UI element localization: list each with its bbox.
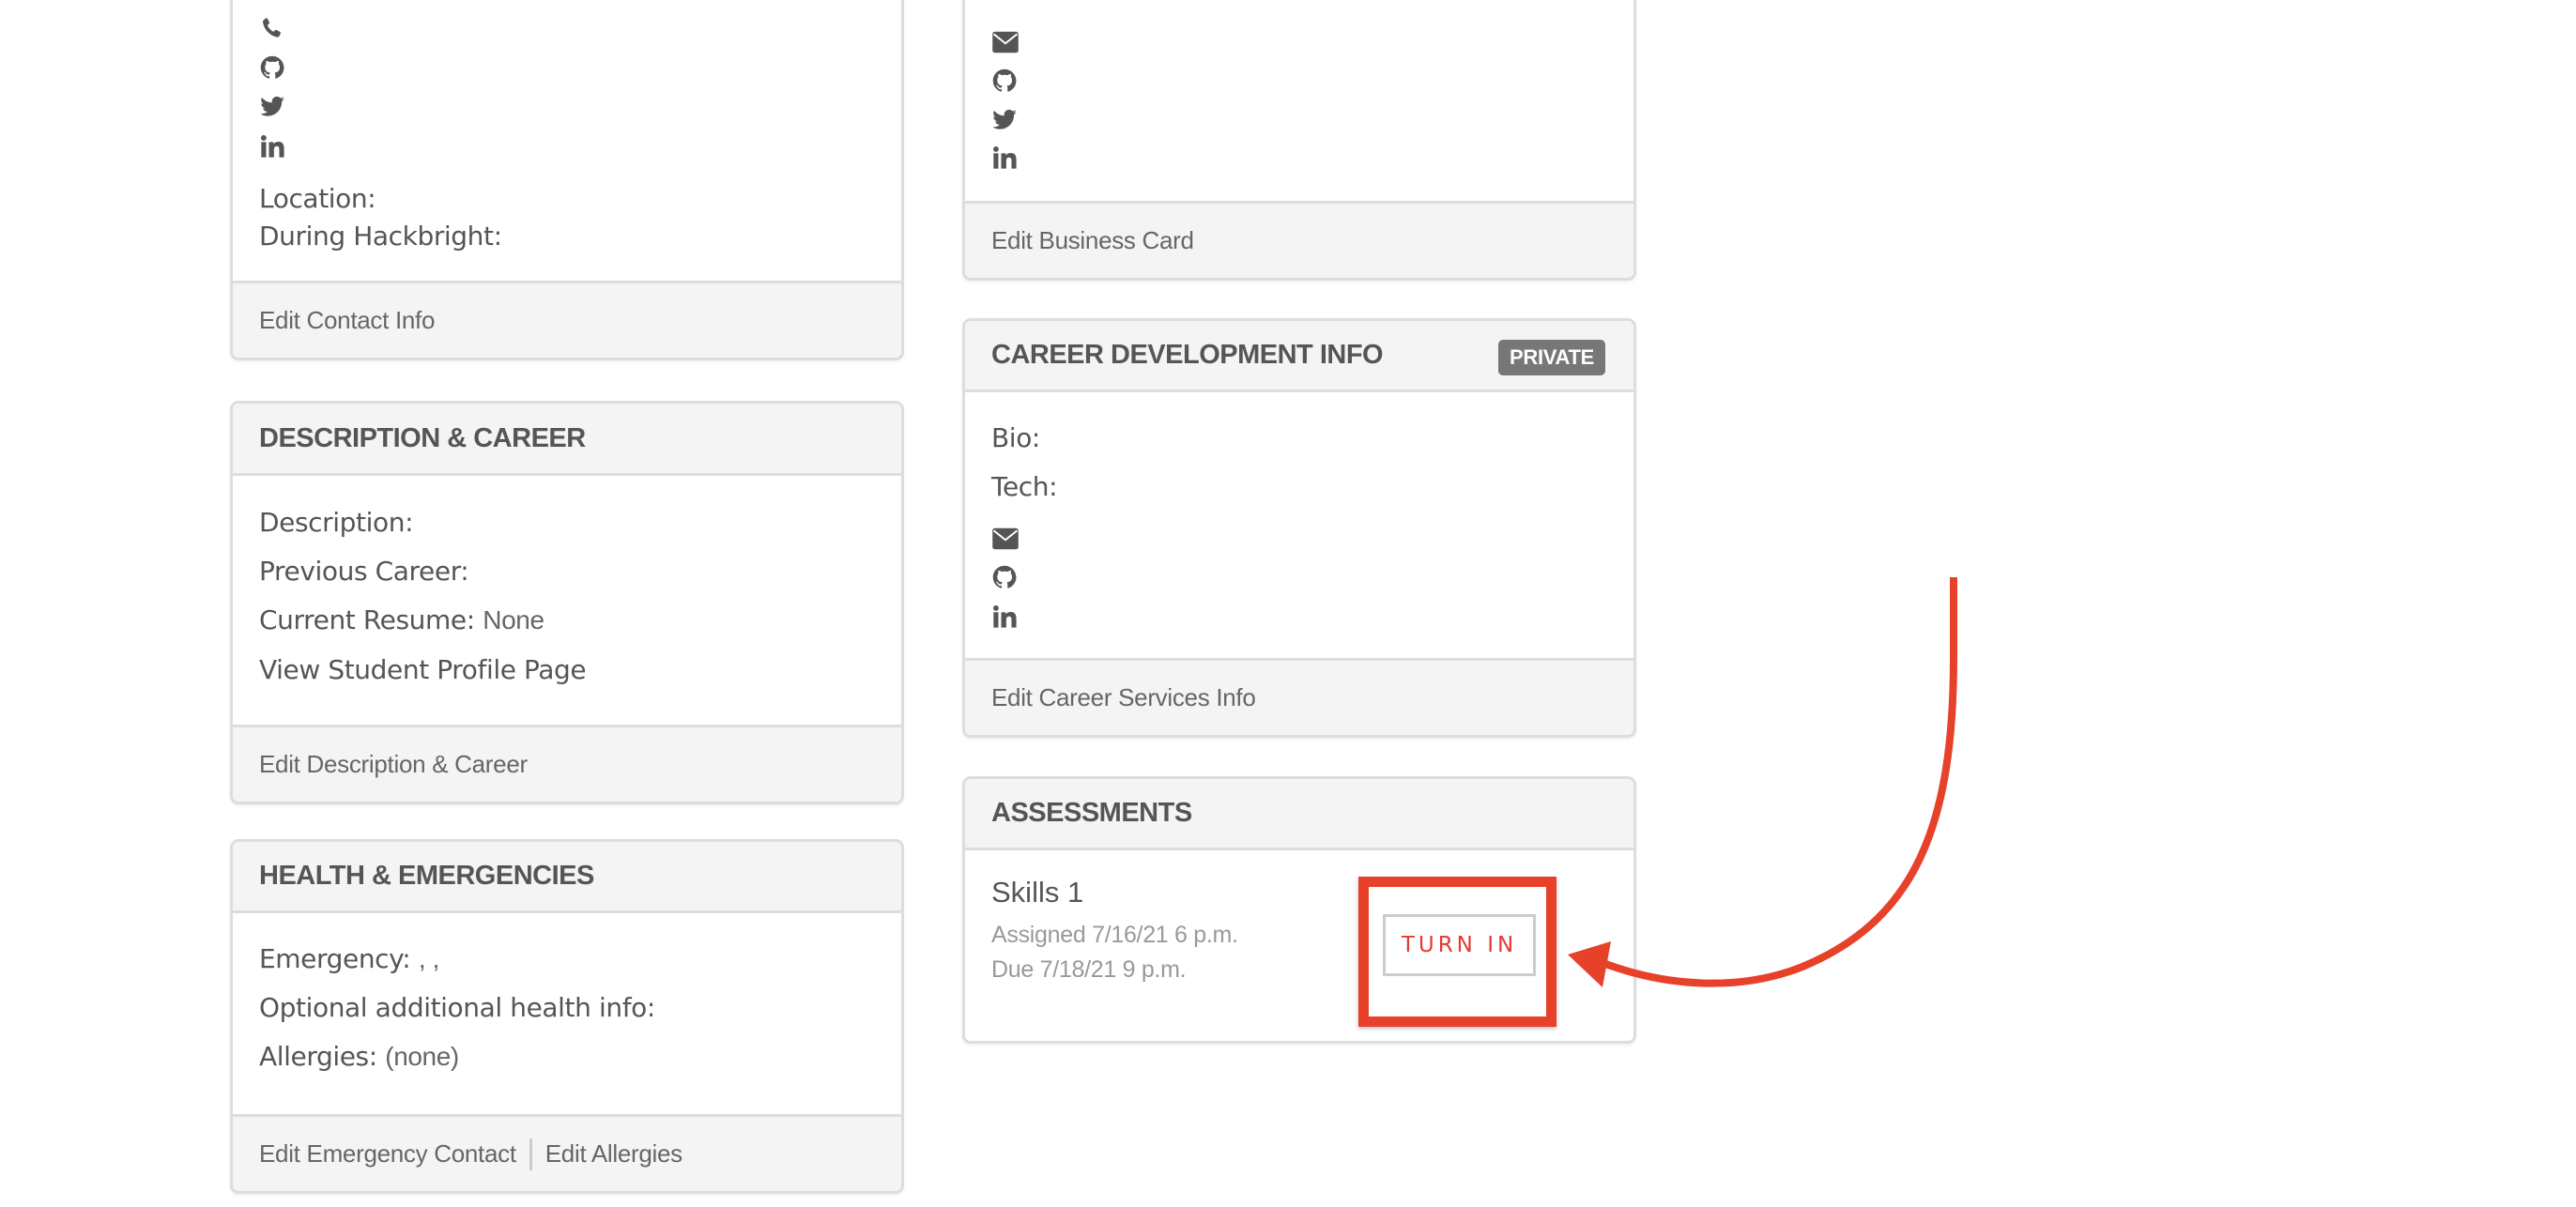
linkedin-icon[interactable] [991,144,1018,172]
allergies-row: Allergies: (none) [259,1041,459,1072]
turn-in-button[interactable]: TURN IN [1383,914,1536,976]
business-card: Edit Business Card [962,0,1636,281]
contact-card-footer: Edit Contact Info [233,281,901,358]
current-resume-value: None [483,605,544,634]
location-label: Location: [259,183,376,214]
health-emergencies-header: HEALTH & EMERGENCIES [233,842,901,913]
assessment-due-date: Due 7/18/21 9 p.m. [991,956,1187,983]
career-card-footer: Edit Career Services Info [965,658,1633,735]
description-career-header: DESCRIPTION & CAREER [233,404,901,476]
edit-business-card-link[interactable]: Edit Business Card [991,226,1194,255]
arrow-shaft [1599,577,1957,987]
linkedin-icon[interactable] [259,132,285,160]
contact-info-card: Location: During Hackbright: Edit Contac… [230,0,904,360]
health-info-label: Optional additional health info: [259,992,655,1023]
emergency-row: Emergency: , , [259,943,439,974]
phone-icon[interactable] [259,14,284,42]
assessments-header: ASSESSMENTS [965,779,1633,850]
tech-label: Tech: [991,471,1058,502]
github-icon[interactable] [991,563,1018,591]
allergies-label: Allergies: [259,1041,377,1072]
allergies-value: (none) [385,1042,459,1071]
career-development-card: CAREER DEVELOPMENT INFO PRIVATE Bio: Tec… [962,318,1636,738]
edit-career-services-info-link[interactable]: Edit Career Services Info [991,683,1256,712]
view-student-profile-link[interactable]: View Student Profile Page [259,654,587,685]
edit-allergies-link[interactable]: Edit Allergies [545,1139,682,1169]
card-title: ASSESSMENTS [991,798,1192,828]
card-title: DESCRIPTION & CAREER [259,422,586,453]
health-card-footer: Edit Emergency Contact Edit Allergies [233,1114,901,1191]
bio-label: Bio: [991,422,1040,453]
assessment-name: Skills 1 [991,876,1084,909]
github-icon[interactable] [991,67,1018,95]
career-development-header: CAREER DEVELOPMENT INFO PRIVATE [965,321,1633,392]
during-hackbright-label: During Hackbright: [259,221,502,252]
card-title: HEALTH & EMERGENCIES [259,861,594,891]
current-resume-label: Current Resume: [259,604,475,635]
assessment-assigned-date: Assigned 7/16/21 6 p.m. [991,922,1238,948]
description-card-footer: Edit Description & Career [233,725,901,802]
emergency-label: Emergency: [259,943,411,974]
assessments-card: ASSESSMENTS Skills 1 Assigned 7/16/21 6 … [962,776,1636,1044]
current-resume-row: Current Resume: None [259,604,544,635]
footer-divider [529,1138,532,1170]
linkedin-icon[interactable] [991,603,1018,631]
health-emergencies-card: HEALTH & EMERGENCIES Emergency: , , Opti… [230,839,904,1194]
card-title: CAREER DEVELOPMENT INFO [991,340,1384,370]
edit-emergency-contact-link[interactable]: Edit Emergency Contact [259,1139,516,1169]
twitter-icon[interactable] [259,93,285,121]
description-career-card: DESCRIPTION & CAREER Description: Previo… [230,401,904,804]
private-badge: PRIVATE [1498,340,1605,375]
twitter-icon[interactable] [991,106,1018,134]
edit-description-career-link[interactable]: Edit Description & Career [259,750,528,779]
emergency-value: , , [418,944,440,973]
envelope-icon[interactable] [991,526,1020,552]
description-label: Description: [259,507,414,538]
business-card-footer: Edit Business Card [965,201,1633,278]
edit-contact-info-link[interactable]: Edit Contact Info [259,306,435,335]
envelope-icon[interactable] [991,29,1020,55]
previous-career-label: Previous Career: [259,556,469,587]
github-icon[interactable] [259,53,285,82]
